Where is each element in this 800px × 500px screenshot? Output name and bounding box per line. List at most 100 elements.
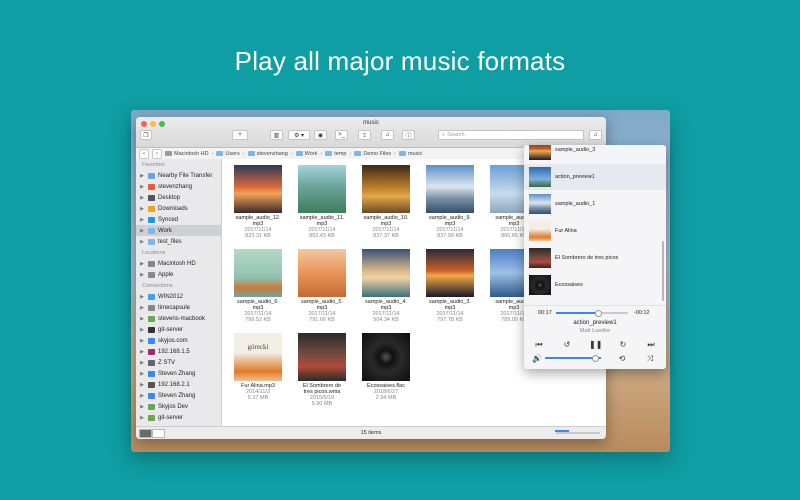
playlist-item[interactable]: action_preview1	[524, 164, 666, 190]
playlist-item[interactable]: Ecossaises	[524, 272, 666, 298]
terminal-icon: >_	[338, 132, 345, 138]
disclosure-triangle-icon[interactable]: ▶	[139, 184, 145, 190]
file-size: 797.78 KB	[437, 317, 463, 323]
sidebar-item-steven-zhang[interactable]: ▶ Steven Zhang	[136, 390, 221, 401]
breadcrumb-item[interactable]: Macintosh HD	[165, 151, 209, 157]
sidebar-item-desktop[interactable]: ▶ Desktop	[136, 192, 221, 203]
sidebar-item-steven-zhang[interactable]: ▶ Steven Zhang	[136, 368, 221, 379]
progress-bar[interactable]	[556, 310, 628, 317]
shuffle-button[interactable]: ⤨	[644, 354, 656, 364]
player-toggle-button[interactable]: ♫	[589, 130, 602, 140]
disclosure-triangle-icon[interactable]: ▶	[139, 382, 145, 388]
file-item[interactable]: sample_audio_3. mp3 2017/11/14 797.78 KB	[418, 249, 482, 323]
file-item[interactable]: sample_audio_4. mp3 2017/11/14 904.34 KB	[354, 249, 418, 323]
file-item[interactable]: Ecossaises.flac 2018/6/27 2.94 MB	[354, 333, 418, 401]
disclosure-triangle-icon[interactable]: ▶	[139, 272, 145, 278]
disclosure-triangle-icon[interactable]: ▶	[139, 415, 145, 421]
disclosure-triangle-icon[interactable]: ▶	[139, 206, 145, 212]
search-field[interactable]: ⌕ Search	[438, 130, 584, 140]
back-button[interactable]: ‹	[139, 148, 149, 159]
sidebar-section-heading: Favorites	[142, 162, 165, 168]
playlist-item[interactable]: El Sombrero de tres picos	[524, 245, 666, 271]
breadcrumb-item[interactable]: temp	[325, 151, 346, 157]
file-item[interactable]: sample_audio_12. mp3 2017/11/14 823.31 KB	[226, 165, 290, 239]
playlist-item[interactable]: sample_audio_1	[524, 191, 666, 217]
action-menu-button[interactable]: ⚙ ▾	[288, 130, 310, 140]
disclosure-triangle-icon[interactable]: ▶	[139, 316, 145, 322]
disclosure-triangle-icon[interactable]: ▶	[139, 305, 145, 311]
disclosure-triangle-icon[interactable]: ▶	[139, 338, 145, 344]
sidebar-toggle-button[interactable]: ▥	[270, 130, 283, 140]
file-size: 2.94 MB	[375, 395, 397, 401]
music-player-button[interactable]: ♫	[381, 130, 394, 140]
sidebar-item-timecapsule[interactable]: ▶ timecapsule	[136, 302, 221, 313]
disclosure-triangle-icon[interactable]: ▶	[139, 173, 145, 179]
search-icon: ⌕	[442, 131, 446, 138]
disclosure-triangle-icon[interactable]: ▶	[139, 393, 145, 399]
volume-slider[interactable]	[545, 355, 601, 362]
sidebar-item-test-files[interactable]: ▶ test_files	[136, 236, 221, 247]
forward-button[interactable]: ›	[152, 148, 162, 159]
breadcrumb-item[interactable]: stevenzhang	[247, 151, 288, 157]
share-button[interactable]: ⇪	[358, 130, 371, 140]
pause-button[interactable]: ❚❚	[589, 340, 602, 349]
forward-15-button[interactable]: ↻	[617, 340, 629, 349]
rewind-15-button[interactable]: ↺	[561, 340, 573, 349]
previous-track-button[interactable]: ⏮	[533, 340, 545, 350]
sidebar-item-nearby-file-transfer[interactable]: ▶ Nearby File Transfer	[136, 170, 221, 181]
file-item[interactable]: sample_audio_11. mp3 2017/11/14 852.43 KB	[290, 165, 354, 239]
disclosure-triangle-icon[interactable]: ▶	[139, 371, 145, 377]
sidebar-item-192-168-1-5[interactable]: ▶ 192.168.1.5	[136, 346, 221, 357]
disclosure-triangle-icon[interactable]: ▶	[139, 349, 145, 355]
disclosure-triangle-icon[interactable]: ▶	[139, 327, 145, 333]
file-item[interactable]: sample_audio_9. mp3 2017/11/14 837.99 KB	[418, 165, 482, 239]
playlist-scrollbar[interactable]	[662, 241, 664, 301]
breadcrumb-item[interactable]: Work	[295, 151, 317, 157]
breadcrumb-item[interactable]: Users	[216, 151, 240, 157]
icon-size-slider[interactable]	[555, 430, 600, 434]
file-item[interactable]: sample_audio_10. mp3 2017/11/14 837.37 KB	[354, 165, 418, 239]
info-button[interactable]: ⓘ	[402, 130, 415, 140]
repeat-button[interactable]: ⟲	[616, 354, 628, 363]
disclosure-triangle-icon[interactable]: ▶	[139, 239, 145, 245]
terminal-button[interactable]: >_	[335, 130, 348, 140]
forward-icon: ↻	[619, 340, 627, 349]
file-item[interactable]: El Sombrero de tres picos.wma 2015/5/19 5.9…	[290, 333, 354, 407]
preview-button[interactable]: ◉	[314, 130, 327, 140]
sidebar-item-downloads[interactable]: ▶ Downloads	[136, 203, 221, 214]
sidebar-item-skyjos-com[interactable]: ▶ skyjos.com	[136, 335, 221, 346]
sidebar-item-git-server[interactable]: ▶ git-server	[136, 324, 221, 335]
playlist-item[interactable]: sample_audio_3	[524, 145, 666, 163]
new-folder-button[interactable]: +	[232, 130, 248, 140]
tabs-icon: ❐	[143, 132, 149, 139]
sidebar-item-stevenzhang[interactable]: ▶ stevenzhang	[136, 181, 221, 192]
disclosure-triangle-icon[interactable]: ▶	[139, 404, 145, 410]
sidebar-item-stevens-macbook[interactable]: ▶ stevens-macbook	[136, 313, 221, 324]
tabs-button[interactable]: ❐	[140, 130, 152, 140]
sidebar-item-win2012[interactable]: ▶ WIN2012	[136, 291, 221, 302]
sidebar-item-apple[interactable]: ▶ Apple	[136, 269, 221, 280]
disclosure-triangle-icon[interactable]: ▶	[139, 360, 145, 366]
breadcrumb-label: music	[407, 150, 423, 157]
breadcrumb-item[interactable]: music	[398, 150, 423, 157]
sidebar-item-macintosh-hd[interactable]: ▶ Macintosh HD	[136, 258, 221, 269]
volume-button[interactable]: 🔊	[531, 354, 543, 363]
disclosure-triangle-icon[interactable]: ▶	[139, 195, 145, 201]
sidebar-item-z-stv[interactable]: ▶ Z STV	[136, 357, 221, 368]
sidebar-item-git-server[interactable]: ▶ git-server	[136, 412, 221, 423]
sidebar-item-skyjos-dev[interactable]: ▶ Skyjos Dev	[136, 401, 221, 412]
file-size: 5.90 MB	[311, 401, 333, 407]
disclosure-triangle-icon[interactable]: ▶	[139, 294, 145, 300]
sidebar-item-192-168-2-1[interactable]: ▶ 192.168.2.1	[136, 379, 221, 390]
sidebar-item-synced[interactable]: ▶ Synced	[136, 214, 221, 225]
playlist-item[interactable]: Fur Alina	[524, 218, 666, 244]
disclosure-triangle-icon[interactable]: ▶	[139, 228, 145, 234]
breadcrumb-item[interactable]: Demo Files	[354, 151, 391, 157]
disclosure-triangle-icon[interactable]: ▶	[139, 217, 145, 223]
file-item[interactable]: górecki Fur Alina.mp3 2014/11/3 5.37 MB	[226, 333, 290, 401]
next-track-button[interactable]: ⏭	[645, 340, 657, 350]
disclosure-triangle-icon[interactable]: ▶	[139, 261, 145, 267]
file-item[interactable]: sample_audio_6. mp3 2017/11/14 799.52 KB	[226, 249, 290, 323]
sidebar-item-work[interactable]: ▶ Work	[136, 225, 221, 236]
file-item[interactable]: sample_audio_5. mp3 2017/11/14 791.66 KB	[290, 249, 354, 323]
